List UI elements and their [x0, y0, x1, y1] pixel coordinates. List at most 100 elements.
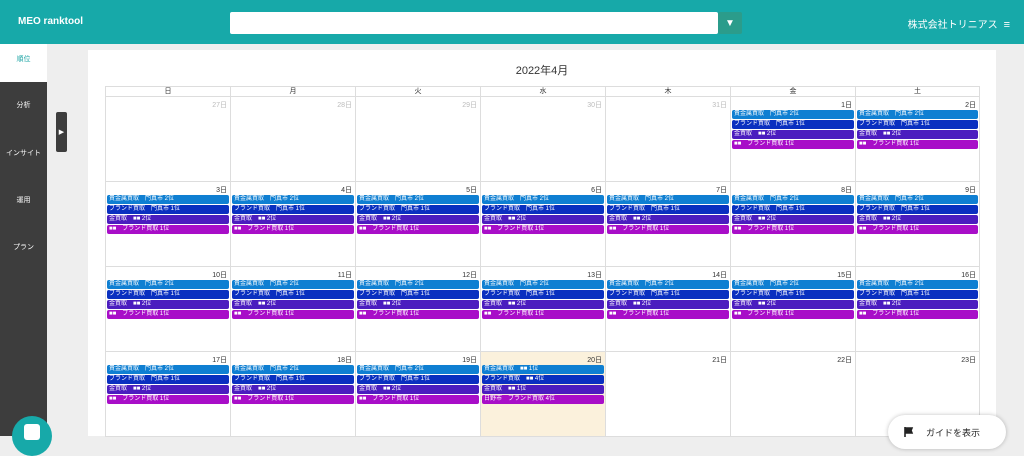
rank-event[interactable]: ブランド買取 門真市 1位 [357, 205, 479, 214]
rank-event[interactable]: ブランド買取 門真市 1位 [232, 290, 354, 299]
rank-event[interactable]: 金買取 ■■ 2位 [357, 385, 479, 394]
calendar-day[interactable]: 11日 貴金属買取 門真市 2位 ブランド買取 門真市 1位 金買取 ■■ 2位 ■■ … [230, 267, 355, 352]
rank-event[interactable]: ブランド買取 門真市 1位 [107, 375, 229, 384]
calendar-day[interactable]: 15日 貴金属買取 門真市 2位 ブランド買取 門真市 1位 金買取 ■■ 2位 ■■ … [730, 267, 855, 352]
sidebar-item-insight[interactable]: インサイト [0, 148, 47, 158]
rank-event[interactable]: ■■ ブランド買取 1位 [107, 225, 229, 234]
calendar-day[interactable]: 16日 貴金属買取 門真市 2位 ブランド買取 門真市 1位 金買取 ■■ 2位 ■■ … [855, 267, 980, 352]
rank-event[interactable]: ■■ ブランド買取 1位 [107, 310, 229, 319]
rank-event[interactable]: ■■ ブランド買取 1位 [357, 225, 479, 234]
sidebar-item-plan[interactable]: プラン [0, 242, 47, 252]
rank-event[interactable]: ブランド買取 門真市 1位 [857, 290, 978, 299]
calendar-day[interactable]: 8日 貴金属買取 門真市 2位 ブランド買取 門真市 1位 金買取 ■■ 2位 ■■ ブ… [730, 182, 855, 267]
rank-event[interactable]: ■■ ブランド買取 1位 [732, 140, 854, 149]
calendar-day[interactable]: 12日 貴金属買取 門真市 2位 ブランド買取 門真市 1位 金買取 ■■ 2位 ■■ … [355, 267, 480, 352]
rank-event[interactable]: 貴金属買取 門真市 2位 [607, 195, 729, 204]
guide-button[interactable]: ガイドを表示 [888, 415, 1006, 449]
rank-event[interactable]: 金買取 ■■ 2位 [357, 300, 479, 309]
calendar-day[interactable]: 21日 [605, 352, 730, 437]
sidebar-item-analysis[interactable]: 分析 [0, 100, 47, 110]
calendar-day[interactable]: 30日 [480, 97, 605, 182]
rank-event[interactable]: ■■ ブランド買取 1位 [357, 395, 479, 404]
rank-event[interactable]: 貴金属買取 門真市 2位 [607, 280, 729, 289]
calendar-day[interactable]: 5日 貴金属買取 門真市 2位 ブランド買取 門真市 1位 金買取 ■■ 2位 ■■ ブ… [355, 182, 480, 267]
calendar-day[interactable]: 27日 [105, 97, 230, 182]
rank-event[interactable]: ■■ ブランド買取 1位 [232, 225, 354, 234]
rank-event[interactable]: 貴金属買取 門真市 2位 [357, 280, 479, 289]
calendar-day[interactable]: 31日 [605, 97, 730, 182]
rank-event[interactable]: ブランド買取 門真市 1位 [232, 375, 354, 384]
rank-event[interactable]: ■■ ブランド買取 1位 [482, 225, 604, 234]
calendar-day[interactable]: 14日 貴金属買取 門真市 2位 ブランド買取 門真市 1位 金買取 ■■ 2位 ■■ … [605, 267, 730, 352]
company-menu[interactable]: 株式会社トリニアス ≡ [908, 16, 1010, 31]
rank-event[interactable]: ブランド買取 門真市 1位 [607, 290, 729, 299]
rank-event[interactable]: ブランド買取 門真市 1位 [732, 120, 854, 129]
rank-event[interactable]: 金買取 ■■ 2位 [232, 385, 354, 394]
rank-event[interactable]: 日野市 ブランド買取 4位 [482, 395, 604, 404]
rank-event[interactable]: 金買取 ■■ 2位 [857, 215, 978, 224]
calendar-day[interactable]: 6日 貴金属買取 門真市 2位 ブランド買取 門真市 1位 金買取 ■■ 2位 ■■ ブ… [480, 182, 605, 267]
rank-event[interactable]: ■■ ブランド買取 1位 [107, 395, 229, 404]
rank-event[interactable]: 金買取 ■■ 2位 [607, 215, 729, 224]
rank-event[interactable]: 金買取 ■■ 2位 [732, 300, 854, 309]
calendar-day[interactable]: 7日 貴金属買取 門真市 2位 ブランド買取 門真市 1位 金買取 ■■ 2位 ■■ ブ… [605, 182, 730, 267]
rank-event[interactable]: ■■ ブランド買取 1位 [857, 140, 978, 149]
rank-event[interactable]: ■■ ブランド買取 1位 [232, 310, 354, 319]
rank-event[interactable]: ブランド買取 門真市 1位 [607, 205, 729, 214]
rank-event[interactable]: 貴金属買取 門真市 2位 [857, 110, 978, 119]
rank-event[interactable]: ■■ ブランド買取 1位 [482, 310, 604, 319]
rank-event[interactable]: 金買取 ■■ 2位 [107, 385, 229, 394]
calendar-day[interactable]: 22日 [730, 352, 855, 437]
rank-event[interactable]: 金買取 ■■ 2位 [357, 215, 479, 224]
rank-event[interactable]: ブランド買取 門真市 1位 [107, 290, 229, 299]
rank-event[interactable]: 貴金属買取 門真市 2位 [107, 195, 229, 204]
calendar-day[interactable]: 3日 貴金属買取 門真市 2位 ブランド買取 門真市 1位 金買取 ■■ 2位 ■■ ブ… [105, 182, 230, 267]
rank-event[interactable]: 貴金属買取 門真市 2位 [232, 195, 354, 204]
rank-event[interactable]: ブランド買取 門真市 1位 [232, 205, 354, 214]
rank-event[interactable]: 貴金属買取 門真市 2位 [857, 195, 978, 204]
rank-event[interactable]: 金買取 ■■ 2位 [482, 215, 604, 224]
calendar-day[interactable]: 17日 貴金属買取 門真市 2位 ブランド買取 門真市 1位 金買取 ■■ 2位 ■■ … [105, 352, 230, 437]
rank-event[interactable]: ■■ ブランド買取 1位 [357, 310, 479, 319]
rank-event[interactable]: 貴金属買取 門真市 2位 [232, 365, 354, 374]
rank-event[interactable]: 貴金属買取 門真市 2位 [232, 280, 354, 289]
rank-event[interactable]: 金買取 ■■ 2位 [107, 215, 229, 224]
sidebar-item-operation[interactable]: 運用 [0, 195, 47, 205]
calendar-day[interactable]: 4日 貴金属買取 門真市 2位 ブランド買取 門真市 1位 金買取 ■■ 2位 ■■ ブ… [230, 182, 355, 267]
rank-event[interactable]: 貴金属買取 門真市 2位 [482, 195, 604, 204]
rank-event[interactable]: 金買取 ■■ 2位 [732, 215, 854, 224]
rank-event[interactable]: 金買取 ■■ 2位 [607, 300, 729, 309]
calendar-day[interactable]: 19日 貴金属買取 門真市 2位 ブランド買取 門真市 1位 金買取 ■■ 2位 ■■ … [355, 352, 480, 437]
sidebar-toggle-button[interactable]: ▶ [56, 112, 67, 152]
calendar-day[interactable]: 28日 [230, 97, 355, 182]
rank-event[interactable]: ■■ ブランド買取 1位 [857, 310, 978, 319]
rank-event[interactable]: 貴金属買取 門真市 2位 [357, 365, 479, 374]
rank-event[interactable]: 貴金属買取 門真市 2位 [357, 195, 479, 204]
rank-event[interactable]: ■■ ブランド買取 1位 [232, 395, 354, 404]
chat-button[interactable] [12, 416, 52, 456]
rank-event[interactable]: 貴金属買取 門真市 2位 [107, 280, 229, 289]
rank-event[interactable]: 金買取 ■■ 2位 [857, 300, 978, 309]
app-title[interactable]: MEO ranktool [18, 16, 83, 27]
rank-event[interactable]: 金買取 ■■ 2位 [732, 130, 854, 139]
rank-event[interactable]: 金買取 ■■ 2位 [232, 300, 354, 309]
calendar-day[interactable]: 1日 貴金属買取 門真市 2位 ブランド買取 門真市 1位 金買取 ■■ 2位 ■■ ブ… [730, 97, 855, 182]
rank-event[interactable]: 貴金属買取 門真市 2位 [107, 365, 229, 374]
rank-event[interactable]: 金買取 ■■ 2位 [857, 130, 978, 139]
rank-event[interactable]: 貴金属買取 門真市 2位 [732, 280, 854, 289]
rank-event[interactable]: ブランド買取 門真市 1位 [482, 290, 604, 299]
dropdown-button[interactable]: ▼ [718, 12, 742, 34]
rank-event[interactable]: ■■ ブランド買取 1位 [857, 225, 978, 234]
rank-event[interactable]: ■■ ブランド買取 1位 [607, 310, 729, 319]
rank-event[interactable]: 金買取 ■■ 2位 [107, 300, 229, 309]
rank-event[interactable]: ■■ ブランド買取 1位 [607, 225, 729, 234]
calendar-day[interactable]: 20日 貴金属買取 ■■ 1位 ブランド買取 ■■ 4位 金買取 ■■ 1位 日野市 ブ… [480, 352, 605, 437]
rank-event[interactable]: ブランド買取 門真市 1位 [732, 205, 854, 214]
search-input[interactable] [230, 12, 718, 34]
hamburger-icon[interactable]: ≡ [1004, 19, 1010, 31]
calendar-day[interactable]: 9日 貴金属買取 門真市 2位 ブランド買取 門真市 1位 金買取 ■■ 2位 ■■ ブ… [855, 182, 980, 267]
calendar-day[interactable]: 18日 貴金属買取 門真市 2位 ブランド買取 門真市 1位 金買取 ■■ 2位 ■■ … [230, 352, 355, 437]
rank-event[interactable]: ブランド買取 門真市 1位 [357, 290, 479, 299]
rank-event[interactable]: ブランド買取 門真市 1位 [357, 375, 479, 384]
rank-event[interactable]: ■■ ブランド買取 1位 [732, 310, 854, 319]
